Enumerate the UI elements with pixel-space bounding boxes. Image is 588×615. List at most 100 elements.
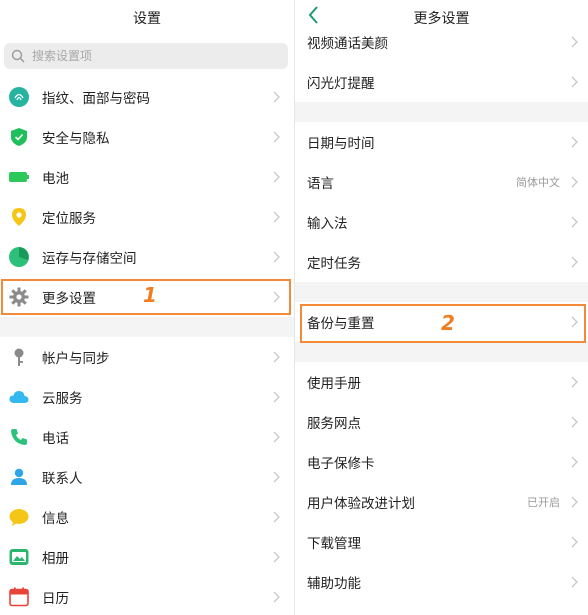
chevron-right-icon xyxy=(571,176,578,188)
more-settings-item-label: 下载管理 xyxy=(307,536,361,552)
settings-list-primary: 指纹、面部与密码 安全与隐私电池定位服务运存与存储空间更多设置 xyxy=(0,77,294,317)
photo-icon xyxy=(8,546,30,568)
settings-item-fingerprint[interactable]: 指纹、面部与密码 xyxy=(0,77,294,117)
more-settings-item-label: 视频通话美颜 xyxy=(307,36,388,52)
more-settings-item[interactable]: 视频通话美颜 xyxy=(295,22,588,62)
key-icon xyxy=(8,346,30,368)
section-divider xyxy=(0,317,294,337)
settings-item-battery[interactable]: 电池 xyxy=(0,157,294,197)
settings-item-label: 相册 xyxy=(42,551,69,567)
fingerprint-icon xyxy=(8,86,30,108)
more-settings-item[interactable]: 定时任务 xyxy=(295,242,588,282)
settings-item-storage[interactable]: 运存与存储空间 xyxy=(0,237,294,277)
step-number-2: 2 xyxy=(441,311,455,335)
search-input[interactable] xyxy=(30,48,254,64)
chevron-right-icon xyxy=(273,551,280,563)
chevron-right-icon xyxy=(571,36,578,48)
more-settings-item[interactable]: 日期与时间 xyxy=(295,122,588,162)
chevron-right-icon xyxy=(273,351,280,363)
chevron-right-icon xyxy=(273,171,280,183)
more-settings-item-label: 用户体验改进计划 xyxy=(307,496,415,512)
chevron-right-icon xyxy=(273,591,280,603)
settings-item-message[interactable]: 信息 xyxy=(0,497,294,537)
battery-icon xyxy=(8,166,30,188)
more-settings-group-display: 视频通话美颜 闪光灯提醒 xyxy=(295,22,588,102)
section-divider xyxy=(295,342,588,362)
settings-item-label: 电池 xyxy=(42,171,69,187)
storage-icon xyxy=(8,246,30,268)
location-pin-icon xyxy=(8,206,30,228)
search-icon xyxy=(11,49,25,63)
chevron-right-icon xyxy=(273,431,280,443)
more-settings-item[interactable]: 电子保修卡 xyxy=(295,442,588,482)
more-settings-item[interactable]: 语言 简体中文 xyxy=(295,162,588,202)
more-settings-item[interactable]: 下载管理 xyxy=(295,522,588,562)
settings-item-calendar[interactable]: 日历 xyxy=(0,577,294,615)
chevron-right-icon xyxy=(571,576,578,588)
chevron-right-icon xyxy=(273,131,280,143)
more-settings-item-label: 定时任务 xyxy=(307,256,361,272)
chevron-right-icon xyxy=(571,76,578,88)
settings-list-secondary: 帐户与同步云服务电话联系人信息相册日历 xyxy=(0,337,294,615)
more-settings-item[interactable]: 闪光灯提醒 xyxy=(295,62,588,102)
settings-item-photo[interactable]: 相册 xyxy=(0,537,294,577)
chevron-right-icon xyxy=(571,456,578,468)
calendar-icon xyxy=(8,586,30,608)
chevron-right-icon xyxy=(273,391,280,403)
more-settings-item[interactable]: 用户体验改进计划 已开启 xyxy=(295,482,588,522)
settings-item-phone[interactable]: 电话 xyxy=(0,417,294,457)
step-number-1: 1 xyxy=(143,283,157,307)
more-settings-group-system: 日期与时间语言 简体中文输入法定时任务 xyxy=(295,122,588,282)
settings-item-label: 信息 xyxy=(42,511,69,527)
more-settings-item-label: 语言 xyxy=(307,176,334,192)
more-settings-item[interactable]: 使用手册 xyxy=(295,362,588,402)
phone-icon xyxy=(8,426,30,448)
cloud-icon xyxy=(8,386,30,408)
settings-item-label: 云服务 xyxy=(42,391,83,407)
chevron-right-icon xyxy=(571,316,578,328)
search-bar[interactable] xyxy=(4,43,288,69)
contact-icon xyxy=(8,466,30,488)
chevron-right-icon xyxy=(273,211,280,223)
settings-item-cloud[interactable]: 云服务 xyxy=(0,377,294,417)
settings-item-label: 电话 xyxy=(42,431,69,447)
settings-item-label: 安全与隐私 xyxy=(42,131,110,147)
settings-item-label: 联系人 xyxy=(42,471,83,487)
more-settings-item-value: 已开启 xyxy=(527,496,560,509)
more-settings-item-label: 日期与时间 xyxy=(307,136,375,152)
message-icon xyxy=(8,506,30,528)
more-settings-panel: 更多设置 视频通话美颜 闪光灯提醒 日期与时间 语言 简体中文 输入法 定时任务 备份与重… xyxy=(295,0,588,615)
more-settings-item-label: 电子保修卡 xyxy=(307,456,375,472)
chevron-right-icon xyxy=(571,136,578,148)
chevron-right-icon xyxy=(571,536,578,548)
chevron-right-icon xyxy=(273,291,280,303)
more-settings-item-value: 简体中文 xyxy=(516,176,560,189)
more-settings-item[interactable]: 辅助功能 xyxy=(295,562,588,602)
chevron-right-icon xyxy=(571,416,578,428)
more-settings-item-label: 服务网点 xyxy=(307,416,361,432)
section-divider xyxy=(295,282,588,302)
more-settings-item[interactable]: 输入法 xyxy=(295,202,588,242)
more-settings-group-support: 使用手册服务网点电子保修卡用户体验改进计划 已开启下载管理辅助功能 xyxy=(295,362,588,602)
section-divider xyxy=(295,102,588,122)
settings-item-shield[interactable]: 安全与隐私 xyxy=(0,117,294,157)
settings-item-label: 定位服务 xyxy=(42,211,96,227)
chevron-right-icon xyxy=(571,496,578,508)
more-settings-item-label: 闪光灯提醒 xyxy=(307,76,375,92)
chevron-right-icon xyxy=(571,256,578,268)
settings-item-label: 更多设置 xyxy=(42,291,96,307)
page-title: 设置 xyxy=(133,11,161,27)
chevron-right-icon xyxy=(273,91,280,103)
gear-icon xyxy=(8,286,30,308)
chevron-right-icon xyxy=(273,471,280,483)
more-settings-item[interactable]: 服务网点 xyxy=(295,402,588,442)
settings-item-location-pin[interactable]: 定位服务 xyxy=(0,197,294,237)
settings-item-contact[interactable]: 联系人 xyxy=(0,457,294,497)
more-settings-item-label: 输入法 xyxy=(307,216,348,232)
settings-item-label: 指纹、面部与密码 xyxy=(42,91,150,107)
more-settings-item-label: 使用手册 xyxy=(307,376,361,392)
settings-item-label: 日历 xyxy=(42,591,69,607)
more-settings-item-label: 备份与重置 xyxy=(307,316,375,332)
chevron-right-icon xyxy=(571,216,578,228)
settings-item-key[interactable]: 帐户与同步 xyxy=(0,337,294,377)
